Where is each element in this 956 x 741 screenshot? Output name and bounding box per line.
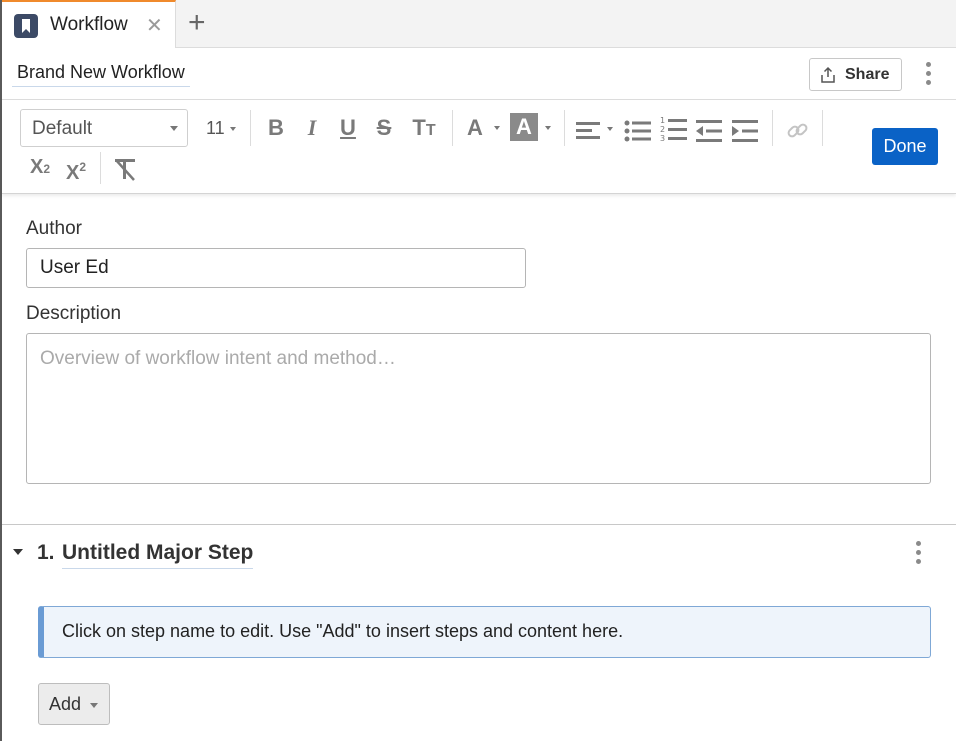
text-size-icon[interactable]: TT xyxy=(408,113,440,143)
text-color-icon[interactable]: A xyxy=(464,113,486,143)
link-icon[interactable] xyxy=(786,116,810,146)
tab-label: Workflow xyxy=(50,14,128,35)
chevron-down-icon xyxy=(230,127,236,131)
chevron-down-icon xyxy=(90,703,98,708)
toolbar-divider xyxy=(100,152,101,184)
svg-text:3: 3 xyxy=(660,134,665,143)
toolbar-divider xyxy=(564,110,565,146)
chevron-down-icon xyxy=(170,126,178,131)
indent-icon[interactable] xyxy=(732,116,760,146)
toolbar-divider xyxy=(772,110,773,146)
step-number: 1. xyxy=(37,541,55,564)
add-label: Add xyxy=(49,694,82,714)
toolbar-divider xyxy=(452,110,453,146)
bold-icon[interactable]: B xyxy=(264,113,288,143)
bullet-list-icon[interactable] xyxy=(624,116,652,146)
chevron-down-icon xyxy=(607,127,613,131)
clear-format-icon[interactable] xyxy=(112,154,138,184)
share-icon xyxy=(821,66,835,83)
add-button[interactable]: Add xyxy=(38,683,110,725)
chevron-down-icon xyxy=(545,126,551,130)
italic-icon[interactable]: I xyxy=(300,113,324,143)
step-hint-box: Click on step name to edit. Use "Add" to… xyxy=(38,606,931,658)
underline-icon[interactable]: U xyxy=(336,113,360,143)
workflow-icon xyxy=(14,14,38,38)
font-family-value: Default xyxy=(32,118,93,139)
workflow-title[interactable]: Brand New Workflow xyxy=(12,62,190,87)
done-button[interactable]: Done xyxy=(872,128,938,165)
more-options-icon[interactable] xyxy=(926,62,932,88)
toolbar-divider xyxy=(822,110,823,146)
add-tab-icon[interactable]: + xyxy=(188,6,206,40)
outdent-icon[interactable] xyxy=(696,116,724,146)
author-field[interactable] xyxy=(26,248,526,288)
description-field[interactable] xyxy=(26,333,931,484)
share-button[interactable]: Share xyxy=(809,58,902,91)
tab-bar: Workflow ✕ + xyxy=(2,0,956,48)
close-icon[interactable]: ✕ xyxy=(146,13,163,38)
rich-text-toolbar: Default 11 B I U S TT A A 1 2 3 X2 X2 Do… xyxy=(2,100,956,194)
collapse-step-icon[interactable] xyxy=(13,549,23,555)
description-label: Description xyxy=(26,303,122,324)
highlight-color-icon[interactable]: A xyxy=(510,113,538,141)
svg-text:2: 2 xyxy=(660,125,665,134)
align-icon[interactable] xyxy=(576,116,604,146)
step-hint-text: Click on step name to edit. Use "Add" to… xyxy=(62,621,624,641)
superscript-icon[interactable]: X2 xyxy=(62,152,90,184)
chevron-down-icon xyxy=(494,126,500,130)
font-size-select[interactable]: 11 xyxy=(206,118,225,139)
step-more-options-icon[interactable] xyxy=(916,541,922,567)
toolbar-divider xyxy=(250,110,251,146)
tab-workflow[interactable]: Workflow ✕ xyxy=(2,0,176,48)
step-name[interactable]: Untitled Major Step xyxy=(62,541,254,569)
subscript-icon[interactable]: X2 xyxy=(26,152,54,182)
section-divider xyxy=(2,524,956,525)
author-label: Author xyxy=(26,218,82,239)
title-row: Brand New Workflow Share xyxy=(2,48,956,100)
numbered-list-icon[interactable]: 1 2 3 xyxy=(660,114,688,144)
strikethrough-icon[interactable]: S xyxy=(372,113,396,143)
font-family-select[interactable]: Default xyxy=(20,109,188,147)
share-label: Share xyxy=(845,66,890,83)
svg-text:1: 1 xyxy=(660,116,665,125)
